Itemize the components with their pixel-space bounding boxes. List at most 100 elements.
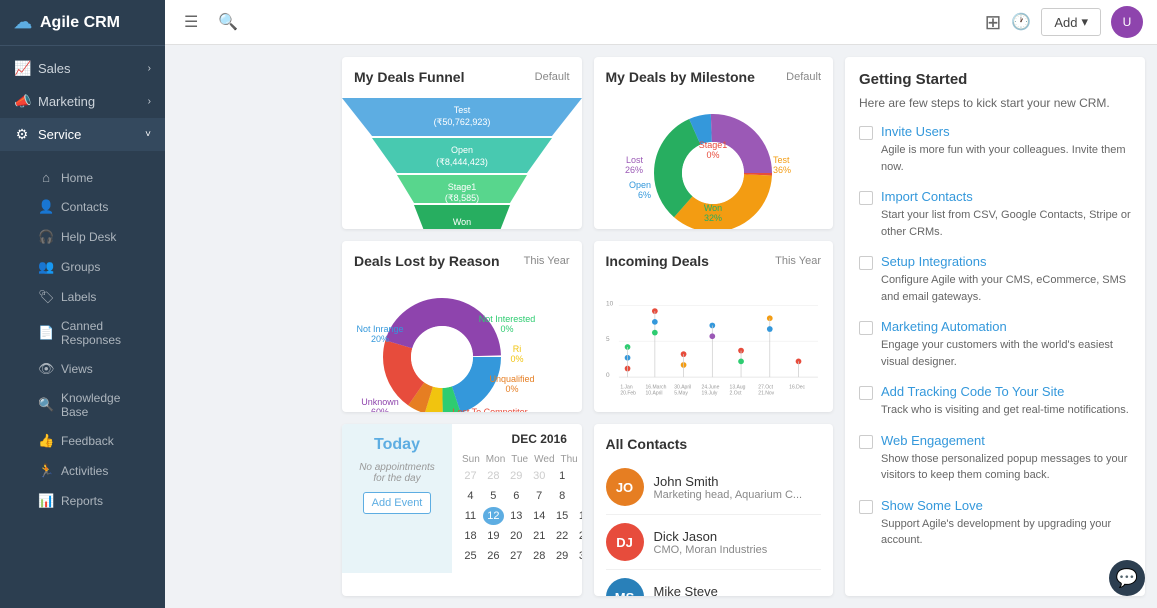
cal-day-12[interactable]: 12 [483,507,504,525]
svg-text:(₹8,444,423): (₹8,444,423) [436,157,488,167]
getting-started-panel: Getting Started Here are few steps to ki… [845,57,1145,596]
y-label-0: 0 [606,372,610,379]
cal-day-13[interactable]: 13 [506,507,527,525]
sidebar-item-canned-responses[interactable]: 📄 Canned Responses [0,312,165,354]
lost-label-notinrange: Not Inrange [356,324,403,334]
gs-content-invite-users: Invite Users Agile is more fun with your… [881,124,1131,175]
sidebar-item-labels[interactable]: 🏷 Labels [0,282,165,312]
sidebar-item-home[interactable]: ⌂ Home [0,163,165,192]
cal-day-16[interactable]: 16 [575,507,582,525]
cal-day-1[interactable]: 1 [552,467,573,485]
contact-item-1[interactable]: DJ Dick Jason CMO, Moran Industries [606,515,822,570]
gs-checkbox-add-tracking-code[interactable] [859,386,873,400]
cal-day-2[interactable]: 2 [575,467,582,485]
cal-header-tue: Tue [509,452,530,467]
gs-link-show-some-love[interactable]: Show Some Love [881,498,1131,513]
gs-checkbox-invite-users[interactable] [859,126,873,140]
cal-header-thu: Thu [559,452,580,467]
add-event-button[interactable]: Add Event [363,492,432,514]
menu-icon[interactable]: ☰ [179,7,203,37]
cal-day-9[interactable]: 9 [575,487,582,505]
gs-checkbox-setup-integrations[interactable] [859,256,873,270]
svg-text:20.Feb: 20.Feb [620,390,636,396]
gs-link-import-contacts[interactable]: Import Contacts [881,189,1131,204]
cal-day-20[interactable]: 20 [506,527,527,545]
contact-item-0[interactable]: JO John Smith Marketing head, Aquarium C… [606,460,822,515]
contact-info-0: John Smith Marketing head, Aquarium C... [654,474,803,501]
sidebar-label-groups: Groups [61,260,100,274]
sidebar-item-knowledge-base[interactable]: 🔍 Knowledge Base [0,384,165,426]
sidebar-item-reports[interactable]: 📊 Reports [0,486,165,516]
cal-day-5[interactable]: 5 [483,487,504,505]
gs-checkbox-show-some-love[interactable] [859,500,873,514]
grid-icon[interactable]: ⊞ [985,10,1002,35]
calendar-days: 2728293012345678910111213141516171819202… [460,467,582,565]
user-avatar[interactable]: U [1111,6,1143,38]
deals-funnel-card: My Deals Funnel Default Test (₹50,762,92… [342,57,582,229]
cal-day-21[interactable]: 21 [529,527,550,545]
cal-day-19[interactable]: 19 [483,527,504,545]
funnel-label-open: Open [451,145,473,155]
deals-funnel-title: My Deals Funnel [354,69,464,85]
sidebar-item-marketing[interactable]: 📣 Marketing › [0,85,165,118]
clock-icon[interactable]: 🕐 [1011,12,1031,32]
sidebar-item-sales[interactable]: 📈 Sales › [0,52,165,85]
cal-day-30[interactable]: 30 [529,467,550,485]
contact-item-2[interactable]: MS Mike Steve CSO, Infrascale consultanc… [606,570,822,596]
cal-day-30[interactable]: 30 [575,547,582,565]
cal-day-26[interactable]: 26 [483,547,504,565]
sidebar-item-helpdesk[interactable]: 🎧 Help Desk [0,222,165,252]
contact-name-0: John Smith [654,474,803,489]
sidebar-item-feedback[interactable]: 👍 Feedback [0,426,165,456]
svg-text:(₹50,762,923): (₹50,762,923) [433,117,490,127]
marketing-chevron-icon: › [148,96,151,107]
lost-label-losttocompetitor: Lost To Competitor [452,407,527,413]
chat-bubble[interactable]: 💬 [1109,560,1145,596]
sidebar-item-groups[interactable]: 👥 Groups [0,252,165,282]
search-icon[interactable]: 🔍 [213,7,243,37]
cal-day-4[interactable]: 4 [460,487,481,505]
cal-day-27[interactable]: 27 [460,467,481,485]
gs-link-web-engagement[interactable]: Web Engagement [881,433,1131,448]
cal-day-14[interactable]: 14 [529,507,550,525]
cal-day-23[interactable]: 23 [575,527,582,545]
gs-link-marketing-automation[interactable]: Marketing Automation [881,319,1131,334]
sidebar-item-views[interactable]: 👁 Views [0,354,165,384]
today-panel: Today No appointmentsfor the day Add Eve… [342,424,452,573]
gs-checkbox-marketing-automation[interactable] [859,321,873,335]
add-button[interactable]: Add ▾ [1041,8,1101,36]
cal-day-8[interactable]: 8 [552,487,573,505]
cal-day-6[interactable]: 6 [506,487,527,505]
deals-milestone-badge: Default [786,71,821,83]
gs-link-add-tracking-code[interactable]: Add Tracking Code To Your Site [881,384,1129,399]
cal-day-29[interactable]: 29 [552,547,573,565]
gs-item-import-contacts: Import Contacts Start your list from CSV… [859,189,1131,240]
cal-day-18[interactable]: 18 [460,527,481,545]
cal-day-22[interactable]: 22 [552,527,573,545]
cal-day-15[interactable]: 15 [552,507,573,525]
gs-item-invite-users: Invite Users Agile is more fun with your… [859,124,1131,175]
cal-day-28[interactable]: 28 [483,467,504,485]
cal-day-25[interactable]: 25 [460,547,481,565]
cal-day-11[interactable]: 11 [460,507,481,525]
logo[interactable]: ☁ Agile CRM [0,0,165,46]
svg-text:32%: 32% [704,213,722,223]
gs-checkbox-web-engagement[interactable] [859,435,873,449]
gs-link-setup-integrations[interactable]: Setup Integrations [881,254,1131,269]
cal-day-28[interactable]: 28 [529,547,550,565]
sidebar-item-activities[interactable]: 🏃 Activities [0,456,165,486]
sales-icon: 📈 [14,60,30,77]
cal-day-7[interactable]: 7 [529,487,550,505]
cal-day-27[interactable]: 27 [506,547,527,565]
add-chevron-icon: ▾ [1081,14,1088,30]
contact-avatar-1: DJ [606,523,644,561]
x-label-dec: 16.Dec [789,384,805,390]
gs-checkbox-import-contacts[interactable] [859,191,873,205]
sidebar-item-contacts[interactable]: 👤 Contacts [0,192,165,222]
milestone-chart: Stage1 0% Test 36% Won 32% Open 6% Lost … [606,93,822,229]
cal-day-29[interactable]: 29 [506,467,527,485]
gs-link-invite-users[interactable]: Invite Users [881,124,1131,139]
point-6 [651,329,657,335]
sidebar-item-service[interactable]: ⚙ Service ˅ [0,118,165,151]
svg-text:2.Oct: 2.Oct [729,390,742,396]
